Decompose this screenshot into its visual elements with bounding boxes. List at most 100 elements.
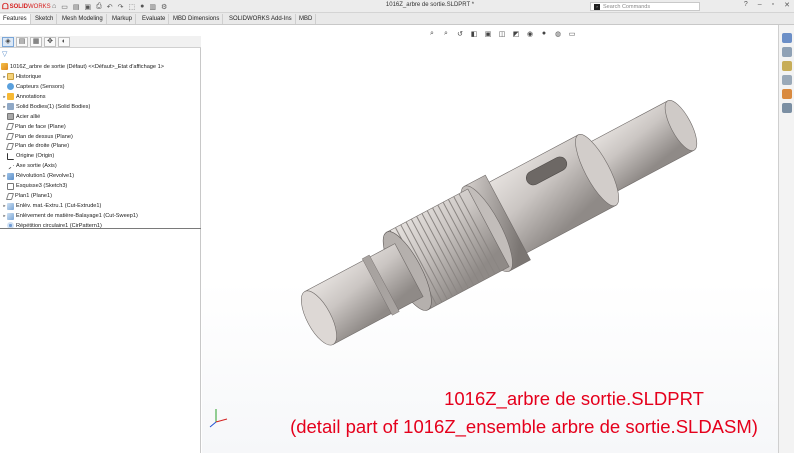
tree-item[interactable]: ▸ Annotations: [0, 92, 201, 102]
tab-evaluate[interactable]: Evaluate: [139, 14, 170, 24]
tab-sketch[interactable]: Sketch: [32, 14, 58, 24]
open-icon[interactable]: ▤: [73, 3, 80, 11]
tree-item-label: Enlèv. mat.-Extru.1 (Cut-Extrude1): [16, 203, 102, 210]
tree-item-label: Plan1 (Plane1): [15, 193, 53, 200]
tree-item[interactable]: Origine (Origin): [0, 151, 201, 161]
feature-manager-tab-icon[interactable]: ◈: [2, 36, 14, 47]
previous-view-icon[interactable]: ↺: [456, 30, 464, 38]
tree-item-label: Enlèvement de matière-Balayage1 (Cut-Swe…: [16, 213, 138, 220]
dimxpert-tab-icon[interactable]: ✥: [44, 36, 56, 47]
save-icon[interactable]: ▣: [84, 3, 91, 11]
zoom-to-fit-icon[interactable]: ⌕: [428, 30, 436, 38]
file-explorer-icon[interactable]: [782, 61, 792, 71]
tree-item[interactable]: Plan1 (Plane1): [0, 191, 201, 201]
display-style-icon[interactable]: ◩: [512, 30, 520, 38]
new-document-icon[interactable]: ▭: [61, 3, 68, 11]
tree-item-label: Annotations: [16, 93, 46, 100]
view-orientation-icon[interactable]: ◫: [498, 30, 506, 38]
property-manager-tab-icon[interactable]: ▤: [16, 36, 28, 47]
undo-icon[interactable]: ↶: [107, 3, 113, 11]
tree-item[interactable]: Plan de dessus (Plane): [0, 132, 201, 142]
design-library-icon[interactable]: [782, 47, 792, 57]
rebuild-icon[interactable]: ●: [140, 3, 144, 10]
revolve-icon: [7, 172, 14, 180]
tree-item[interactable]: ▸ Révolution1 (Revolve1): [0, 171, 201, 181]
plane-icon: [5, 123, 15, 131]
rollback-bar[interactable]: [0, 228, 201, 229]
tab-mbd-dimensions[interactable]: MBD Dimensions: [170, 14, 224, 24]
window-controls: ? – ▫ ✕: [744, 1, 790, 9]
plane-icon: [5, 142, 15, 150]
title-bar: ᗝ SOLIDWORKS ⌂ ▭ ▤ ▣ ⎙ ↶ ↷ ⬚ ● ▥ ⚙ 1016Z…: [0, 0, 794, 13]
sensor-icon: [7, 83, 14, 91]
filter-icon[interactable]: ▽: [2, 50, 7, 58]
tree-item-label: Solid Bodies(1) (Solid Bodies): [16, 103, 91, 110]
view-settings-icon[interactable]: ▭: [568, 30, 576, 38]
sketch-icon: [7, 182, 14, 190]
axis-icon: [6, 163, 15, 170]
tree-item[interactable]: Capteurs (Sensors): [0, 82, 201, 92]
appearances-icon[interactable]: [782, 89, 792, 99]
tab-solidworks-addins[interactable]: SOLIDWORKS Add-Ins: [226, 14, 296, 24]
search-commands[interactable]: › Search Commands: [590, 2, 700, 11]
solidworks-logo-icon: ᗝ: [2, 1, 9, 11]
maximize-icon[interactable]: ▫: [772, 1, 774, 9]
tree-item-label: Origine (Origin): [16, 153, 55, 160]
apply-scene-icon[interactable]: ◍: [554, 30, 562, 38]
command-manager-tabs: Features Sketch Mesh Modeling Markup Eva…: [0, 13, 794, 25]
hide-show-items-icon[interactable]: ◉: [526, 30, 534, 38]
help-icon[interactable]: ?: [744, 1, 748, 9]
origin-icon: [7, 152, 14, 160]
home-icon[interactable]: ⌂: [52, 3, 56, 10]
tree-item[interactable]: Plan de face (Plane): [0, 122, 201, 132]
tree-item[interactable]: Répétition circulaire1 (CirPattern1): [0, 221, 201, 231]
tree-item[interactable]: Axe sortie (Axis): [0, 161, 201, 171]
zoom-to-area-icon[interactable]: ⌕: [442, 30, 450, 38]
tree-item[interactable]: Plan de droite (Plane): [0, 142, 201, 152]
custom-properties-icon[interactable]: [782, 103, 792, 113]
section-view-icon[interactable]: ◧: [470, 30, 478, 38]
redo-icon[interactable]: ↷: [118, 3, 124, 11]
part-icon: [1, 63, 8, 71]
tree-item[interactable]: ▸ Historique: [0, 72, 201, 82]
tree-item-label: Plan de droite (Plane): [15, 143, 70, 150]
dynamic-annotation-icon[interactable]: ▣: [484, 30, 492, 38]
app-logo[interactable]: ᗝ SOLIDWORKS: [2, 1, 51, 12]
file-properties-icon[interactable]: ▥: [149, 3, 156, 11]
solidworks-resources-icon[interactable]: [782, 33, 792, 43]
print-icon[interactable]: ⎙: [96, 3, 102, 11]
options-icon[interactable]: ⚙: [161, 3, 167, 11]
search-input[interactable]: Search Commands: [603, 4, 650, 10]
tree-item[interactable]: ▸ Enlèvement de matière-Balayage1 (Cut-Sw…: [0, 211, 201, 221]
tree-item[interactable]: Acier allié: [0, 112, 201, 122]
panel-tabs: ◈ ▤ ▦ ✥ ◐: [0, 36, 201, 48]
caption-title: 1016Z_arbre de sortie.SLDPRT: [444, 388, 704, 409]
configuration-manager-tab-icon[interactable]: ▦: [30, 36, 42, 47]
close-icon[interactable]: ✕: [784, 1, 790, 9]
select-icon[interactable]: ⬚: [128, 3, 135, 11]
material-icon: [7, 113, 14, 121]
edit-appearance-icon[interactable]: ●: [540, 30, 548, 38]
view-palette-icon[interactable]: [782, 75, 792, 85]
brand-thin: WORKS: [27, 3, 51, 10]
tree-item[interactable]: ▸ Solid Bodies(1) (Solid Bodies): [0, 102, 201, 112]
tab-features[interactable]: Features: [0, 14, 31, 24]
tree-item[interactable]: ▸ Enlèv. mat.-Extru.1 (Cut-Extrude1): [0, 201, 201, 211]
tree-item-label: Plan de face (Plane): [15, 123, 66, 130]
tree-item-label: Capteurs (Sensors): [16, 83, 65, 90]
plane-icon: [5, 133, 15, 141]
annotation-icon: [7, 93, 14, 101]
shaft-part-model[interactable]: [280, 70, 740, 390]
tab-markup[interactable]: Markup: [109, 14, 137, 24]
solid-bodies-icon: [7, 103, 14, 111]
tab-mesh-modeling[interactable]: Mesh Modeling: [59, 14, 107, 24]
feature-tree: 1016Z_arbre de sortie (Défaut) <<Défaut>…: [0, 62, 201, 231]
tab-mbd[interactable]: MBD: [296, 14, 317, 24]
display-manager-tab-icon[interactable]: ◐: [58, 36, 70, 47]
caption-subtitle: (detail part of 1016Z_ensemble arbre de …: [290, 416, 758, 437]
document-title: 1016Z_arbre de sortie.SLDPRT *: [385, 2, 475, 8]
tree-root[interactable]: 1016Z_arbre de sortie (Défaut) <<Défaut>…: [0, 62, 201, 72]
tree-item[interactable]: Esquisse3 (Sketch3): [0, 181, 201, 191]
minimize-icon[interactable]: –: [758, 1, 762, 9]
tree-item-label: Plan de dessus (Plane): [15, 133, 73, 140]
